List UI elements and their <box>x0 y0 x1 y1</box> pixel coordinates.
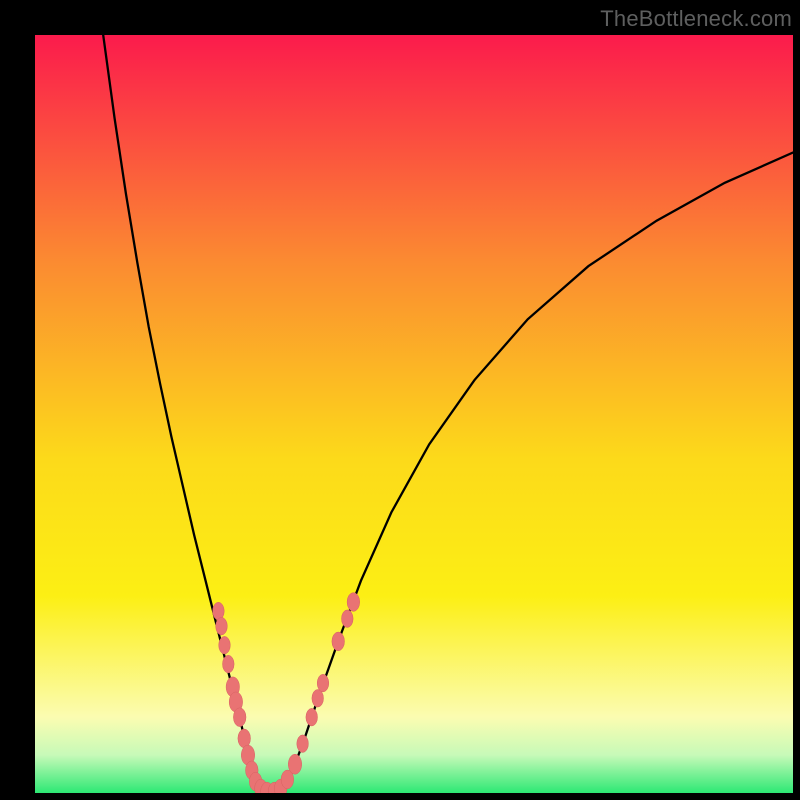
watermark-text: TheBottleneck.com <box>600 6 792 32</box>
data-marker <box>219 636 231 654</box>
data-marker <box>297 735 309 753</box>
data-marker <box>233 708 246 727</box>
data-marker <box>332 632 345 651</box>
data-marker <box>288 754 301 774</box>
data-marker <box>317 674 329 692</box>
gradient-background <box>35 35 793 793</box>
chart-svg <box>35 35 793 793</box>
chart-frame: TheBottleneck.com <box>0 0 800 800</box>
data-marker <box>312 690 324 708</box>
data-marker <box>306 708 318 726</box>
data-marker <box>223 655 235 673</box>
plot-area <box>35 35 793 793</box>
data-marker <box>216 617 228 635</box>
data-marker <box>347 593 360 612</box>
data-marker <box>342 610 354 628</box>
